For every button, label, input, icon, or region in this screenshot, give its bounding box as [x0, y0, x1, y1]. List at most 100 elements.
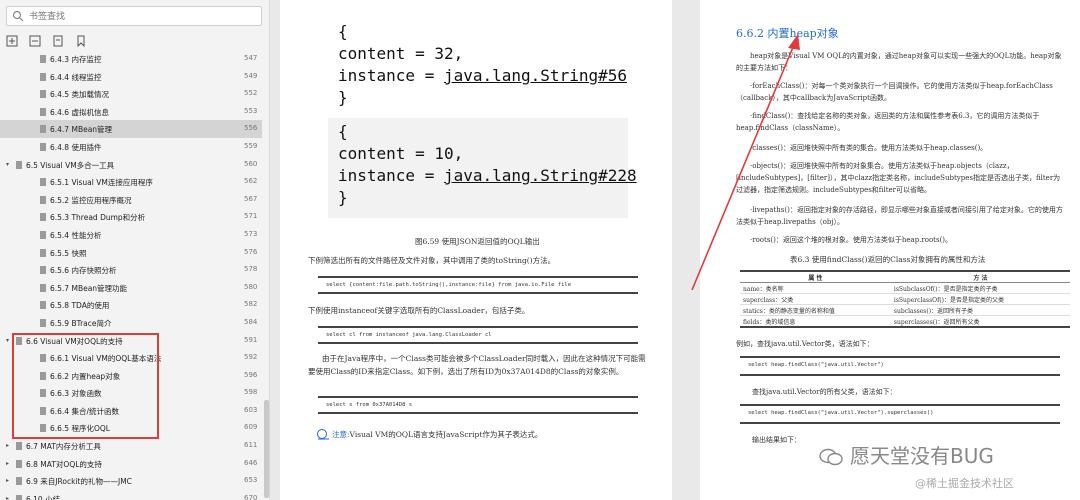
code-line: }	[338, 188, 348, 207]
page-icon	[40, 72, 46, 81]
bookmark-label: 6.5 Visual VM多合一工具	[26, 160, 115, 170]
table-cell: fields：类的域信息	[740, 315, 891, 327]
table-cell: name：类名称	[740, 282, 891, 294]
bookmark-item[interactable]: 6.5.8 TDA的使用 582	[0, 296, 262, 314]
bookmark-item[interactable]: 6.4.3 内存监控 547	[0, 50, 262, 68]
bookmark-label: 6.4.4 线程监控	[50, 72, 102, 82]
section-title: 6.6.2 内置heap对象	[736, 27, 839, 40]
bookmark-page-number: 598	[244, 388, 258, 397]
note: 注意:Visual VM的OQL语言支持JavaScript作为其子表达式。	[317, 428, 662, 441]
page-icon	[16, 160, 22, 169]
chevron-right-icon[interactable]: ▸	[6, 495, 9, 500]
bookmark-page-number: 559	[244, 141, 258, 150]
bookmark-page-number: 562	[244, 177, 258, 186]
chevron-down-icon[interactable]: ▾	[6, 337, 9, 344]
bookmark-item[interactable]: 6.4.6 虚拟机信息 553	[0, 103, 262, 121]
list-item: ·roots()：返回这个堆的根对象。使用方法类似于heap.roots()。	[750, 236, 953, 244]
paragraph: 下例使用instanceof关键字选取所有的ClassLoader，包括子类。	[308, 306, 530, 315]
bookmark-item[interactable]: ▸ 6.7 MAT内存分析工具 611	[0, 437, 262, 455]
bookmark-page-number: 603	[244, 405, 258, 414]
bookmark-search-box[interactable]	[6, 6, 262, 26]
figure-caption: 图6.59 使用JSON返回值的OQL输出	[415, 237, 540, 246]
bookmark-item[interactable]: 6.5.7 MBean管理功能 580	[0, 279, 262, 297]
list-item: ·findClass()：查找给定名称的类对象，返回类的方法和属性参考表6.3，…	[736, 112, 1040, 132]
page-icon	[40, 125, 46, 134]
bookmark-item[interactable]: 6.5.4 性能分析 573	[0, 226, 262, 244]
bookmark-item[interactable]: 6.5.3 Thread Dump和分析 571	[0, 208, 262, 226]
code-line: instance = java.lang.String#56	[338, 66, 627, 85]
wechat-icon	[819, 448, 843, 466]
search-icon	[12, 10, 24, 22]
bookmark-item[interactable]: ▸ 6.9 来自JRockit的礼物——JMC 653	[0, 472, 262, 490]
table-row: statics：类的静态变量的名称和值 subclasses()：返回所有子类	[740, 304, 1070, 316]
table-cell: superclass：父类	[740, 293, 891, 305]
table-header: 属 性	[740, 271, 891, 283]
code-box: select {content:file.path.toString(),ins…	[318, 276, 638, 294]
paragraph: heap对象是Visual VM OQL的内置对象，通过heap对象可以实现一些…	[736, 52, 1062, 72]
bookmark-label: 6.5.4 性能分析	[50, 230, 102, 240]
bookmark-item[interactable]: ▾ 6.5 Visual VM多合一工具 560	[0, 156, 262, 174]
bookmark-page-number: 567	[244, 194, 258, 203]
code-box: select heap.findClass("java.util.Vector"…	[740, 356, 1060, 376]
bookmark-item[interactable]: 6.5.6 内存快照分析 578	[0, 261, 262, 279]
bookmark-toolbar	[6, 32, 93, 48]
expand-all-icon[interactable]	[6, 32, 18, 47]
code-box: select s from 0x37A014D8 s	[318, 396, 638, 414]
code-line: content = 10,	[338, 144, 464, 163]
table-caption: 表6.3 使用findClass()返回的Class对象拥有的属性和方法	[790, 255, 986, 264]
bookmark-page-number: 552	[244, 89, 258, 98]
sidebar-scrollbar[interactable]	[264, 400, 269, 498]
code-line: {	[338, 22, 348, 41]
bookmark-item[interactable]: 6.5.5 快照 576	[0, 244, 262, 262]
bookmark-label: 6.7 MAT内存分析工具	[26, 442, 101, 452]
bookmark-item[interactable]: ▸ 6.8 MAT对OQL的支持 646	[0, 455, 262, 473]
page-icon	[40, 318, 46, 327]
code-box: select cl from instanceof java.lang.Clas…	[318, 326, 638, 344]
bookmark-label: 6.4.3 内存监控	[50, 55, 102, 64]
bookmark-item[interactable]: 6.4.5 类加载情况 552	[0, 85, 262, 103]
collapse-all-icon[interactable]	[29, 32, 41, 47]
bookmark-label: 6.5.7 MBean管理功能	[50, 283, 128, 293]
note-label: 注意:	[332, 430, 350, 439]
table-row: name：类名称 isSubclassOf()：是否是指定类的子类	[740, 282, 1070, 294]
chevron-right-icon[interactable]: ▸	[6, 460, 9, 467]
table-cell: statics：类的静态变量的名称和值	[740, 304, 891, 316]
bookmark-page-number: 653	[244, 476, 258, 485]
table-header: 方 法	[890, 271, 1070, 283]
bookmark-page-number: 556	[244, 124, 258, 133]
bookmark-item[interactable]: 6.5.1 Visual VM连接应用程序 562	[0, 173, 262, 191]
page-icon	[40, 213, 46, 222]
chevron-right-icon[interactable]: ▸	[6, 442, 9, 449]
bookmark-sidebar: 6.4.3 内存监控 547 6.4.4 线程监控 549 6.4.5 类加载情况 552…	[0, 0, 270, 500]
bookmark-search-input[interactable]	[27, 8, 256, 26]
bookmark-icon[interactable]	[75, 32, 87, 48]
bookmark-item[interactable]: 6.4.4 线程监控 549	[0, 68, 262, 86]
chevron-down-icon[interactable]: ▾	[6, 161, 9, 168]
bookmark-label: 6.5.5 快照	[50, 248, 87, 258]
bookmark-page-number: 571	[244, 212, 258, 221]
bookmark-item[interactable]: 6.4.8 使用插件 559	[0, 138, 262, 156]
class-methods-table: 属 性 方 法 name：类名称 isSubclassOf()：是否是指定类的子类…	[740, 270, 1070, 328]
bookmark-page-number: 549	[244, 71, 258, 80]
code-line: }	[338, 88, 348, 107]
add-bookmark-icon[interactable]	[52, 32, 64, 47]
bookmark-page-number: 553	[244, 106, 258, 115]
bookmark-label: 6.5.3 Thread Dump和分析	[50, 213, 146, 223]
chevron-right-icon[interactable]: ▸	[6, 477, 9, 484]
bookmark-item[interactable]: 6.4.7 MBean管理 556	[0, 120, 262, 138]
bookmark-page-number: 576	[244, 247, 258, 256]
bookmark-page-number: 560	[244, 159, 258, 168]
table-cell: subclasses()：返回所有子类	[890, 304, 1070, 316]
bookmark-page-number: 611	[244, 441, 258, 450]
page-icon	[40, 283, 46, 292]
bookmark-label: 6.5.2 监控应用程序概况	[50, 195, 132, 205]
paragraph: 例如，查找java.util.Vector类，语法如下：	[736, 340, 874, 348]
code-line: content = 32,	[338, 44, 464, 63]
bookmark-page-number: 584	[244, 317, 258, 326]
code-line: {	[338, 122, 348, 141]
bookmark-item[interactable]: 6.5.2 监控应用程序概况 567	[0, 191, 262, 209]
page-icon	[40, 90, 46, 99]
bookmark-item[interactable]: ▸ 6.10 小结 670	[0, 490, 262, 500]
bookmark-label: 6.5.6 内存快照分析	[50, 266, 117, 276]
bookmark-item[interactable]: 6.5.9 BTrace简介 584	[0, 314, 262, 332]
